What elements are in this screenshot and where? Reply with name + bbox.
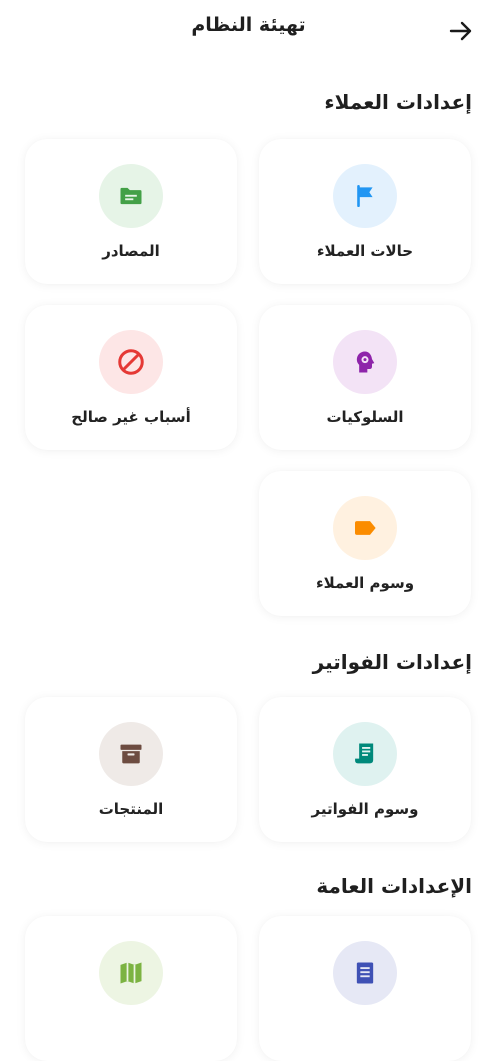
- document-icon: [356, 962, 374, 984]
- page-title: تهيئة النظام: [191, 14, 306, 36]
- card-label: وسوم العملاء: [315, 574, 415, 592]
- app-header: تهيئة النظام: [0, 0, 497, 60]
- block-icon: [118, 349, 144, 375]
- icon-circle: [99, 330, 163, 394]
- folder-icon: [120, 187, 142, 205]
- card-general-documents[interactable]: [259, 916, 471, 1061]
- card-products[interactable]: المنتجات: [25, 697, 237, 842]
- map-icon: [120, 962, 142, 984]
- archive-box-icon: [120, 744, 142, 764]
- card-label: المنتجات: [98, 800, 164, 818]
- icon-circle: [99, 941, 163, 1005]
- section-title-customers: إعدادات العملاء: [324, 90, 472, 114]
- card-label: أسباب غير صالح: [71, 408, 191, 426]
- back-button[interactable]: [448, 18, 474, 44]
- tag-icon: [355, 521, 376, 535]
- card-sources[interactable]: المصادر: [25, 139, 237, 284]
- card-label: السلوكيات: [326, 408, 404, 426]
- card-general-map[interactable]: [25, 916, 237, 1061]
- arrow-right-icon: [449, 21, 472, 41]
- icon-circle: [333, 330, 397, 394]
- flag-icon: [357, 184, 373, 208]
- icon-circle: [333, 496, 397, 560]
- icon-circle: [333, 164, 397, 228]
- card-invalid-reasons[interactable]: أسباب غير صالح: [25, 305, 237, 450]
- card-label: وسوم الفواتير: [311, 800, 419, 818]
- card-customer-tags[interactable]: وسوم العملاء: [259, 471, 471, 616]
- icon-circle: [99, 164, 163, 228]
- section-title-general: الإعدادات العامة: [316, 874, 472, 898]
- icon-circle: [333, 941, 397, 1005]
- section-title-invoices: إعدادات الفواتير: [312, 650, 472, 674]
- icon-circle: [333, 722, 397, 786]
- icon-circle: [99, 722, 163, 786]
- card-label: المصادر: [102, 242, 160, 260]
- receipt-icon: [355, 743, 374, 764]
- card-label: حالات العملاء: [316, 242, 414, 260]
- card-invoice-tags[interactable]: وسوم الفواتير: [259, 697, 471, 842]
- head-gear-icon: [356, 351, 375, 373]
- card-customer-statuses[interactable]: حالات العملاء: [259, 139, 471, 284]
- card-behaviors[interactable]: السلوكيات: [259, 305, 471, 450]
